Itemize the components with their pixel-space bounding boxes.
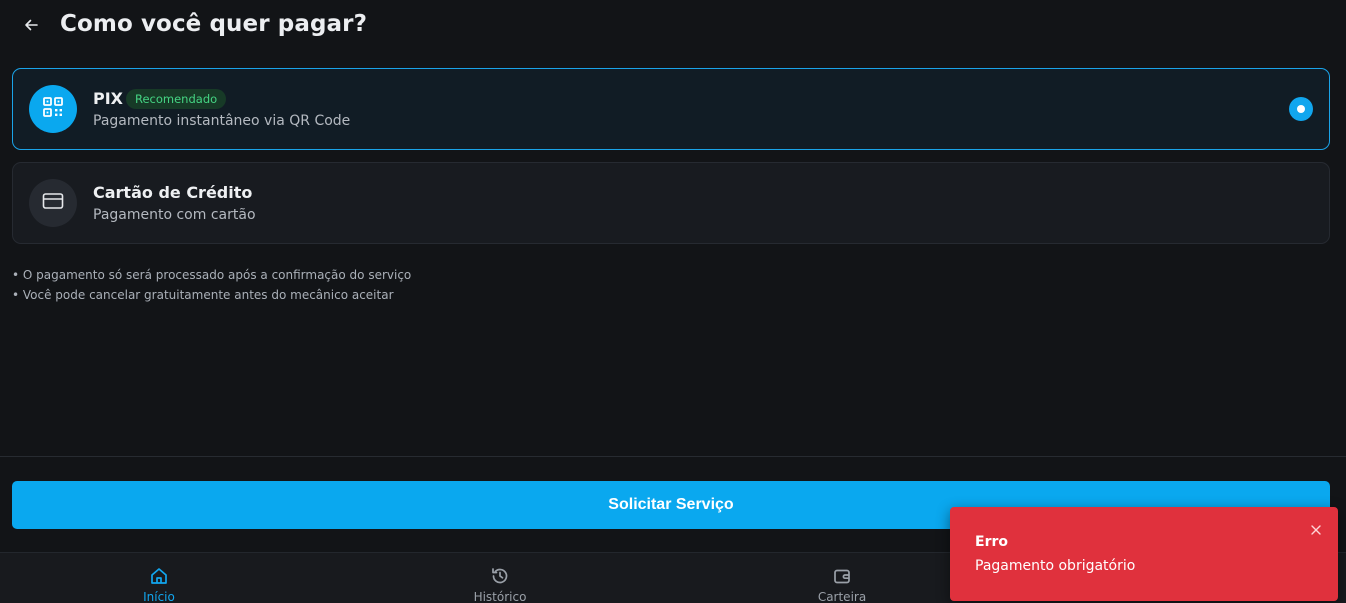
recommended-badge: Recomendado [126, 89, 227, 109]
pix-icon-circle [29, 85, 77, 133]
option-subtitle: Pagamento com cartão [93, 207, 256, 223]
option-title: PIX [93, 89, 124, 108]
toast-message: Pagamento obrigatório [975, 558, 1136, 574]
history-icon [489, 565, 511, 587]
note-item: • O pagamento só será processado após a … [12, 268, 412, 282]
back-button[interactable] [20, 14, 42, 38]
close-icon [1311, 520, 1321, 539]
nav-item-inicio[interactable]: Início [99, 553, 219, 603]
home-icon [148, 565, 170, 587]
qr-code-icon [42, 96, 64, 122]
credit-card-icon [41, 189, 65, 217]
radio-dot [1297, 105, 1305, 113]
wallet-icon [831, 565, 853, 587]
toast-title: Erro [975, 534, 1008, 550]
payment-method-page: Como você quer pagar? PIX Recomendado Pa… [0, 0, 1346, 603]
page-title: Como você quer pagar? [60, 11, 368, 37]
pix-radio-selected[interactable] [1289, 97, 1313, 121]
option-subtitle: Pagamento instantâneo via QR Code [93, 113, 351, 129]
payment-notes: • O pagamento só será processado após a … [12, 268, 411, 308]
header: Como você quer pagar? [0, 0, 1346, 54]
payment-option-credit-card[interactable]: Cartão de Crédito Pagamento com cartão [12, 162, 1330, 244]
nav-label: Carteira [817, 590, 867, 603]
toast-close-button[interactable] [1308, 521, 1324, 537]
nav-item-historico[interactable]: Histórico [440, 553, 560, 603]
arrow-left-icon [24, 17, 38, 36]
error-toast: Erro Pagamento obrigatório [950, 507, 1338, 601]
card-icon-circle [29, 179, 77, 227]
nav-label: Histórico [473, 590, 527, 603]
nav-item-carteira[interactable]: Carteira [782, 553, 902, 603]
note-item: • Você pode cancelar gratuitamente antes… [12, 288, 394, 302]
option-title: Cartão de Crédito [93, 183, 253, 202]
payment-option-pix[interactable]: PIX Recomendado Pagamento instantâneo vi… [12, 68, 1330, 150]
divider [0, 456, 1346, 457]
nav-label: Início [143, 590, 175, 603]
